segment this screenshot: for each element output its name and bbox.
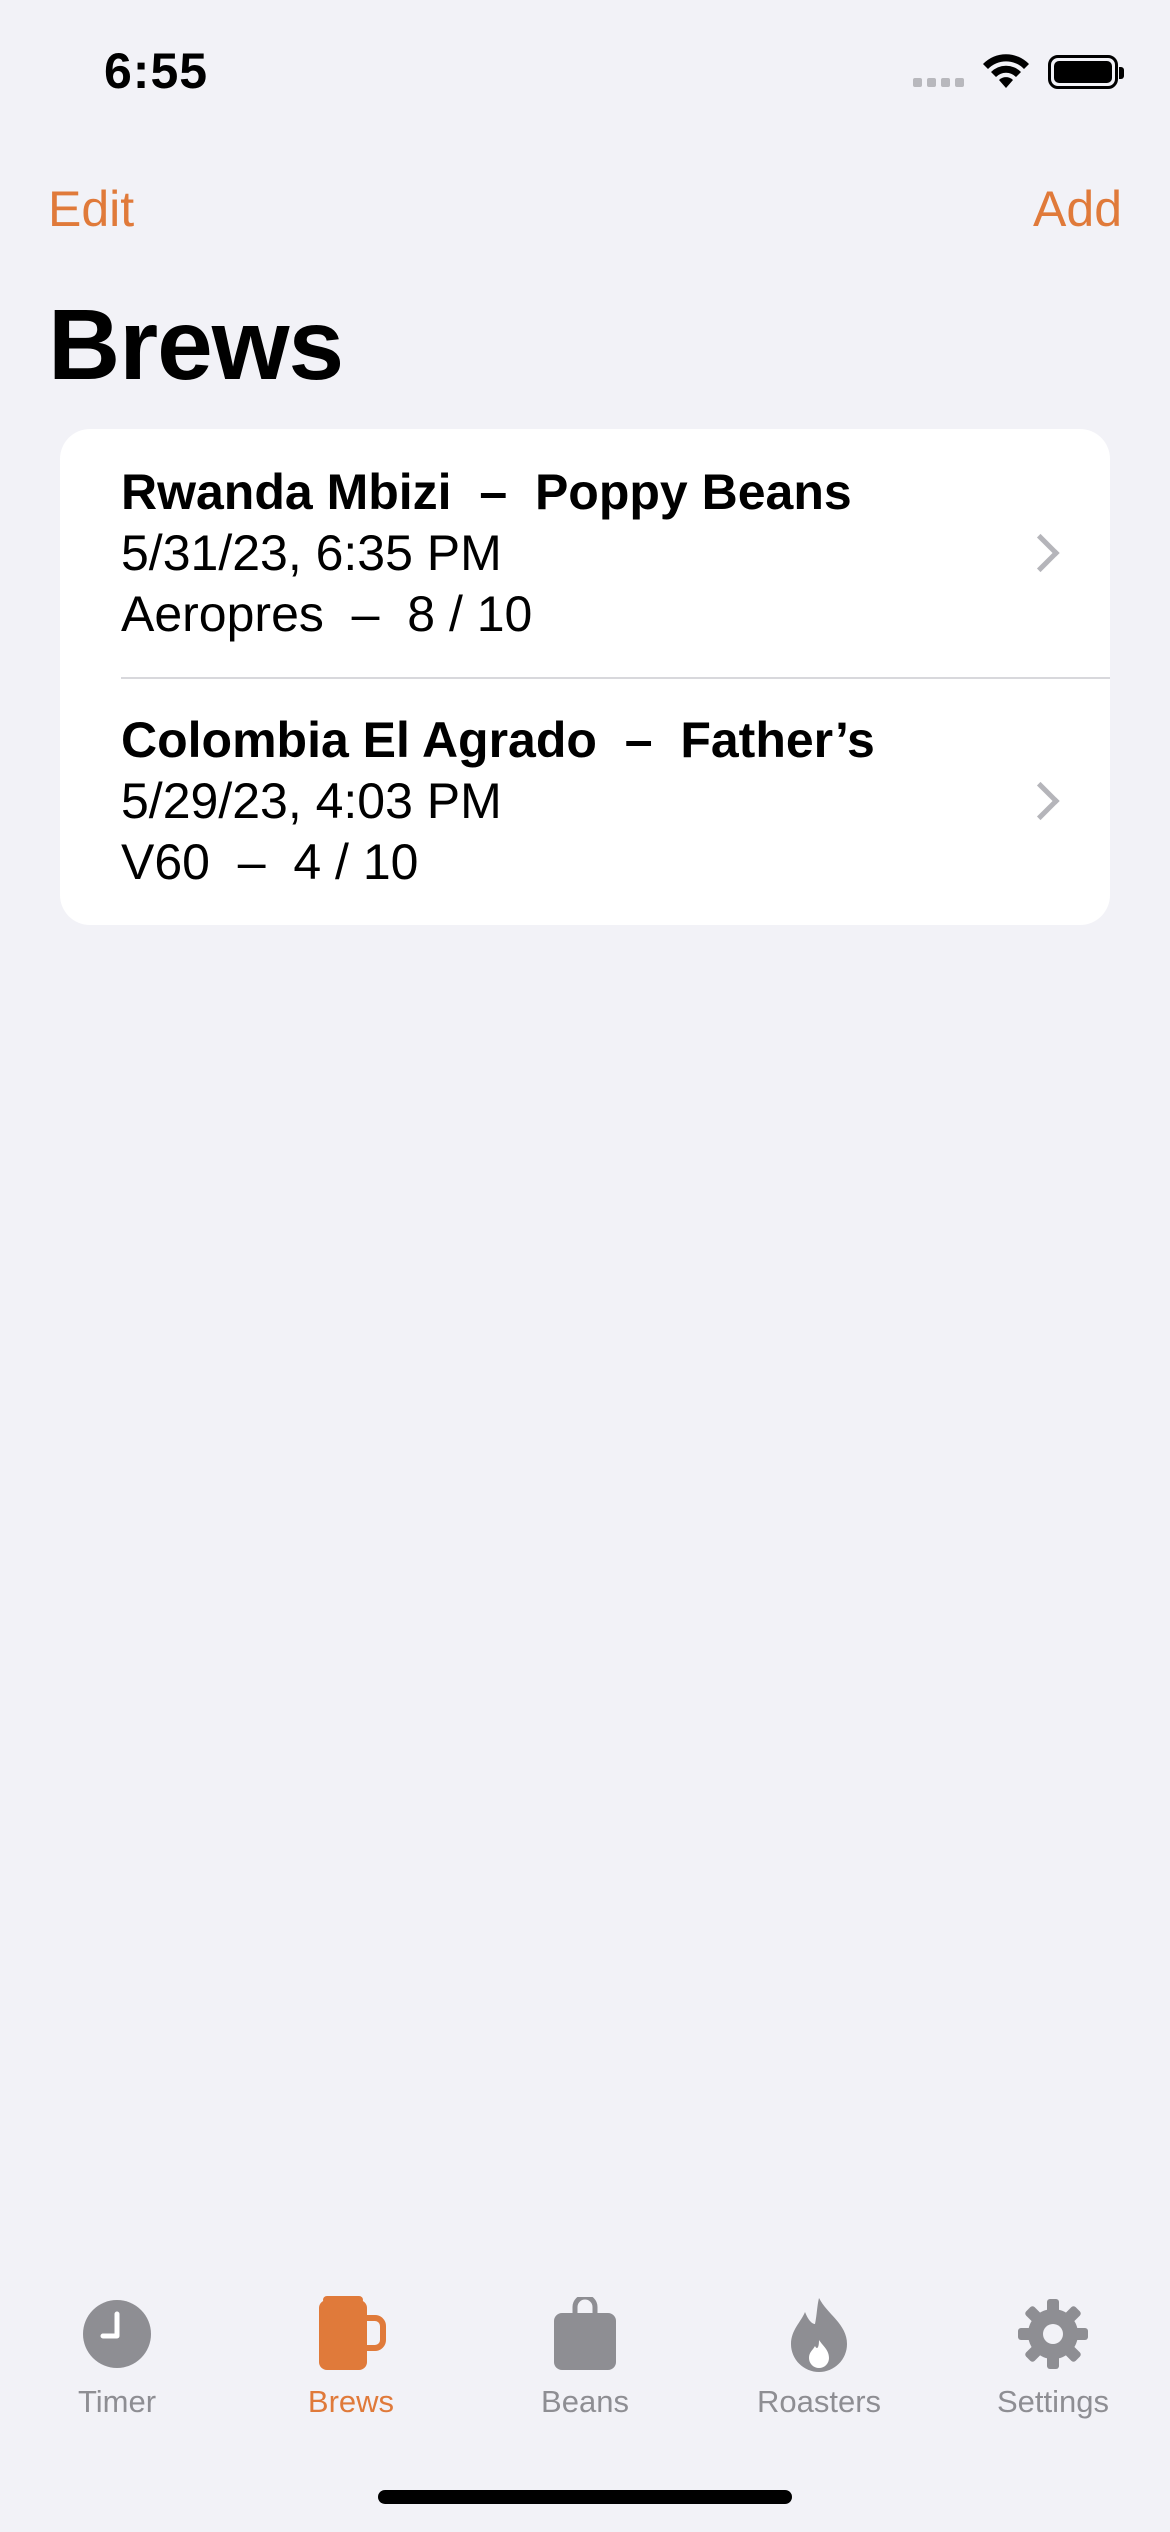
brew-detail: V60 – 4 / 10 [121, 834, 419, 890]
clock-icon [77, 2294, 157, 2374]
list-item[interactable]: Rwanda Mbizi – Poppy Beans 5/31/23, 6:35… [60, 429, 1110, 677]
tab-beans[interactable]: Beans [468, 2280, 702, 2430]
brew-date: 5/31/23, 6:35 PM [121, 525, 502, 581]
edit-button[interactable]: Edit [48, 180, 134, 238]
brew-date: 5/29/23, 4:03 PM [121, 773, 502, 829]
mug-icon [311, 2294, 391, 2374]
tab-settings[interactable]: Settings [936, 2280, 1170, 2430]
tab-brews[interactable]: Brews [234, 2280, 468, 2430]
tab-timer[interactable]: Timer [0, 2280, 234, 2430]
flame-icon [779, 2294, 859, 2374]
home-indicator[interactable] [378, 2490, 792, 2504]
brews-list: Rwanda Mbizi – Poppy Beans 5/31/23, 6:35… [60, 429, 1110, 925]
brew-title: Colombia El Agrado – Father’s [121, 712, 875, 768]
brew-detail: Aeropres – 8 / 10 [121, 586, 533, 642]
battery-icon [1048, 55, 1124, 89]
tab-label: Beans [541, 2384, 629, 2419]
gear-icon [1013, 2294, 1093, 2374]
status-icons [913, 54, 1124, 90]
tab-roasters[interactable]: Roasters [702, 2280, 936, 2430]
add-button[interactable]: Add [1033, 180, 1122, 238]
cellular-signal-icon [913, 57, 964, 87]
status-time: 6:55 [104, 43, 209, 99]
wifi-icon [983, 54, 1029, 88]
bag-icon [545, 2294, 625, 2374]
status-bar: 6:55 [0, 0, 1170, 150]
page-title: Brews [48, 289, 344, 401]
tab-label: Settings [996, 2384, 1109, 2419]
tab-label: Timer [77, 2384, 157, 2419]
tab-bar: Timer Brews Beans Roasters Settings [0, 2280, 1170, 2430]
brew-title: Rwanda Mbizi – Poppy Beans [121, 464, 852, 520]
tab-label: Roasters [756, 2384, 882, 2419]
list-item[interactable]: Colombia El Agrado – Father’s 5/29/23, 4… [60, 677, 1110, 925]
tab-label: Brews [307, 2384, 395, 2419]
